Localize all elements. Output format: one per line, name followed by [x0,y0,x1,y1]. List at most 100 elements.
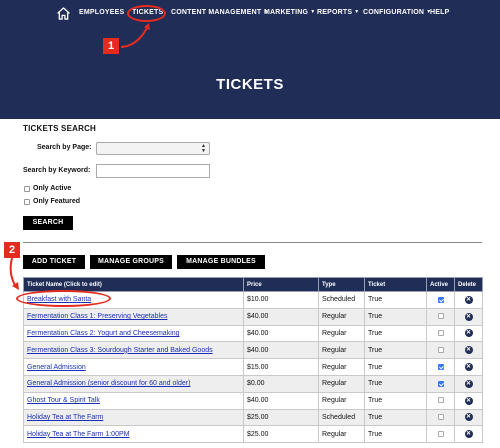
table-row: Holiday Tea at The Farm $25.00 Scheduled Tr… [23,408,483,427]
delete-cell: ✕ [454,391,483,410]
active-checkbox[interactable] [437,430,444,437]
active-cell [426,374,455,393]
active-cell [426,391,455,410]
ticket-name-link[interactable]: General Admission [27,364,86,371]
delete-icon[interactable]: ✕ [464,379,473,388]
delete-cell: ✕ [454,408,483,427]
ticket-name-cell: Holiday Tea at The Farm 1:00PM [23,425,244,444]
ticket-name-link[interactable]: Fermentation Class 1: Preserving Vegetab… [27,313,167,320]
delete-icon[interactable]: ✕ [464,413,473,422]
delete-icon[interactable]: ✕ [464,396,473,405]
active-checkbox[interactable] [437,380,444,387]
search-keyword-input[interactable] [96,164,210,178]
home-icon[interactable] [57,7,70,20]
search-by-page-label: Search by Page: [37,144,92,151]
section-divider [23,242,482,243]
type-cell: Regular [318,391,365,410]
annotation-arrow-1-icon [120,23,150,48]
active-cell [426,425,455,444]
nav-content-management[interactable]: CONTENT MANAGEMENT ▼ [171,9,268,16]
nav-help-label: HELP [430,9,450,16]
page-title: TICKETS [216,76,284,93]
nav-marketing[interactable]: MARKETING ▼ [264,9,315,16]
active-checkbox[interactable] [437,414,444,421]
ticket-cell: True [364,341,427,360]
manage-groups-button[interactable]: MANAGE GROUPS [90,255,172,269]
type-cell: Regular [318,307,365,326]
ticket-name-link[interactable]: Fermentation Class 3: Sourdough Starter … [27,347,213,354]
only-active-checkbox[interactable] [24,186,30,192]
table-row: Ghost Tour & Spirit Talk $40.00 Regular Tru… [23,391,483,410]
price-cell: $40.00 [243,324,319,343]
price-cell: $15.00 [243,358,319,376]
ticket-name-cell: Fermentation Class 2: Yogurt and Cheesem… [23,324,244,343]
search-by-page-select[interactable]: ▲ ▼ [96,142,210,155]
header-price[interactable]: Price [243,277,319,292]
table-row: Fermentation Class 2: Yogurt and Cheesem… [23,324,483,343]
add-ticket-button[interactable]: ADD TICKET [23,255,85,269]
only-featured-checkbox[interactable] [24,199,30,205]
nav-configuration-label: CONFIGURATION [363,9,425,16]
active-checkbox[interactable] [437,313,444,320]
active-checkbox[interactable] [437,346,444,353]
nav-employees-label: EMPLOYEES [79,9,125,16]
price-cell: $0.00 [243,374,319,393]
active-checkbox[interactable] [437,397,444,404]
header-delete: Delete [454,277,483,292]
type-cell: Regular [318,358,365,376]
nav-reports[interactable]: REPORTS ▼ [317,9,359,16]
ticket-cell: True [364,408,427,427]
active-cell [426,307,455,326]
delete-icon[interactable]: ✕ [464,295,473,304]
price-cell: $40.00 [243,391,319,410]
table-row: General Admission $15.00 Regular True ✕ [23,358,483,376]
only-active-label: Only Active [33,185,72,192]
delete-icon[interactable]: ✕ [464,430,473,439]
delete-icon[interactable]: ✕ [464,346,473,355]
nav-employees[interactable]: EMPLOYEES [79,9,124,16]
delete-icon[interactable]: ✕ [464,329,473,338]
type-cell: Regular [318,374,365,393]
nav-help[interactable]: HELP [430,9,449,16]
active-checkbox[interactable] [437,363,444,370]
search-button[interactable]: SEARCH [23,216,73,230]
nav-configuration[interactable]: CONFIGURATION ▼ [363,9,431,16]
ticket-name-cell: Ghost Tour & Spirit Talk [23,391,244,410]
active-cell [426,358,455,376]
caret-down-icon: ▼ [310,9,316,15]
price-cell: $25.00 [243,425,319,444]
ticket-name-link[interactable]: Holiday Tea at The Farm [27,414,103,421]
type-cell: Scheduled [318,408,365,427]
table-row: General Admission (senior discount for 6… [23,374,483,393]
header-active[interactable]: Active [426,277,455,292]
table-row: Holiday Tea at The Farm 1:00PM $25.00 Regu… [23,425,483,444]
ticket-cell: True [364,324,427,343]
ticket-cell: True [364,358,427,376]
delete-icon[interactable]: ✕ [464,312,473,321]
price-cell: $10.00 [243,291,319,309]
ticket-name-cell: Fermentation Class 1: Preserving Vegetab… [23,307,244,326]
ticket-cell: True [364,307,427,326]
manage-bundles-button[interactable]: MANAGE BUNDLES [177,255,265,269]
active-checkbox[interactable] [437,296,444,303]
type-cell: Scheduled [318,291,365,309]
delete-cell: ✕ [454,324,483,343]
annotation-arrow-2-icon [9,257,19,290]
delete-cell: ✕ [454,358,483,376]
active-checkbox[interactable] [437,330,444,337]
ticket-name-link[interactable]: General Admission (senior discount for 6… [27,380,190,387]
delete-cell: ✕ [454,307,483,326]
header-ticket[interactable]: Ticket [364,277,427,292]
table-row: Fermentation Class 3: Sourdough Starter … [23,341,483,360]
ticket-name-link[interactable]: Ghost Tour & Spirit Talk [27,397,100,404]
ticket-cell: True [364,425,427,444]
top-header: EMPLOYEES TICKETS CONTENT MANAGEMENT ▼ MA… [0,0,500,119]
header-type[interactable]: Type [318,277,365,292]
ticket-cell: True [364,391,427,410]
type-cell: Regular [318,324,365,343]
ticket-name-link[interactable]: Holiday Tea at The Farm 1:00PM [27,431,129,438]
ticket-name-link[interactable]: Fermentation Class 2: Yogurt and Cheesem… [27,330,180,337]
delete-icon[interactable]: ✕ [464,363,473,372]
only-featured-label: Only Featured [33,198,81,205]
search-section-title: TICKETS SEARCH [23,124,97,133]
